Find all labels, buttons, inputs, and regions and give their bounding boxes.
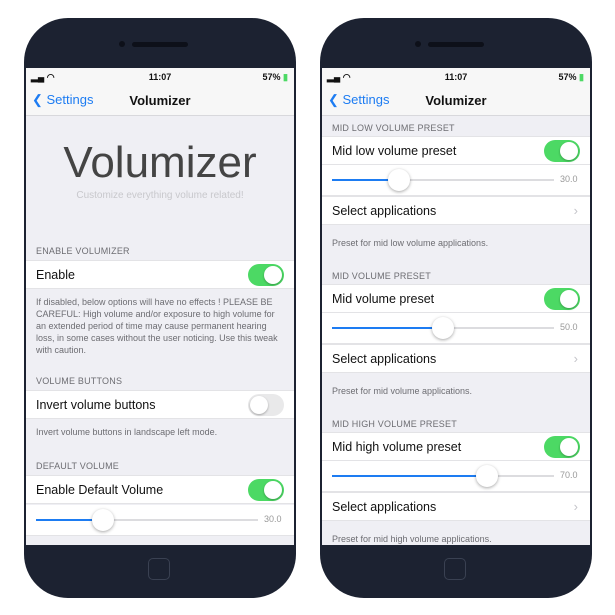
invert-row: Invert volume buttons [26,390,294,419]
slider-value: 50.0 [560,322,578,332]
preset-slider-row: 50.0 [322,313,590,344]
preset-row: Mid high volume preset [322,432,590,461]
section-header: VOLUME BUTTONS [36,376,123,386]
preset-toggle[interactable] [544,288,580,310]
section-footer: Preset for mid volume applications. [332,386,473,396]
preset-toggle[interactable] [544,436,580,458]
preset-row: Mid low volume preset [322,136,590,165]
section-footer: Invert volume buttons in landscape left … [36,427,218,437]
slider-value: 30.0 [264,514,282,524]
speaker [132,42,188,47]
status-bar: ▂▄ ◠ 11:07 57% ▮ [322,68,590,86]
preset-slider[interactable] [332,169,554,191]
battery: 57% ▮ [262,72,288,82]
preset-slider-row: 70.0 [322,461,590,492]
enable-row: Enable [26,260,294,289]
slider-value: 30.0 [560,174,578,184]
status-bar: ▂▄ ◠ 11:07 57% ▮ [26,68,294,86]
slider-thumb[interactable] [91,509,114,531]
nav-title: Volumizer [129,93,191,108]
phone-left: ▂▄ ◠ 11:07 57% ▮ ❮ Settings Volumizer Vo… [24,18,296,598]
battery: 57% ▮ [558,72,584,82]
chevron-right-icon: › [573,203,578,218]
section-header: MID VOLUME PRESET [332,271,431,281]
app-subtitle: Customize everything volume related! [76,190,244,201]
chevron-right-icon: › [573,351,578,366]
camera [119,41,125,47]
select-applications-row[interactable]: Select applications › [322,492,590,521]
invert-toggle[interactable] [248,394,284,416]
time: 11:07 [444,72,468,82]
preset-toggle[interactable] [544,140,580,162]
section-footer: Preset for mid low volume applications. [332,238,489,248]
slider-thumb[interactable] [387,169,410,191]
home-button[interactable] [148,558,170,580]
speaker [428,42,484,47]
section-header: ENABLE VOLUMIZER [36,246,130,256]
battery-icon: ▮ [283,72,288,82]
time: 11:07 [148,72,172,82]
default-volume-slider-row: 30.0 [26,505,294,536]
screen: ▂▄ ◠ 11:07 57% ▮ ❮ Settings Volumizer Vo… [26,68,294,545]
nav-bar: ❮ Settings Volumizer [26,86,294,116]
section-header: MID LOW VOLUME PRESET [332,123,455,133]
app-title: Volumizer [63,138,257,187]
slider-thumb[interactable] [476,465,499,487]
home-button[interactable] [444,558,466,580]
default-volume-slider[interactable] [36,509,258,531]
section-header: DEFAULT VOLUME [36,461,119,471]
preset-slider-row: 30.0 [322,165,590,196]
default-volume-toggle[interactable] [248,479,284,501]
nav-bar: ❮ Settings Volumizer [322,86,590,116]
section-footer: Preset for mid high volume applications. [332,534,492,544]
slider-value: 70.0 [560,470,578,480]
preset-row: Mid volume preset [322,284,590,313]
slider-thumb[interactable] [432,317,454,339]
camera [415,41,421,47]
preset-slider[interactable] [332,317,554,339]
select-applications-row[interactable]: Select applications › [322,344,590,373]
preset-slider[interactable] [332,465,554,487]
section-header: MID HIGH VOLUME PRESET [332,419,457,429]
default-volume-row: Enable Default Volume [26,475,294,504]
screen: ▂▄ ◠ 11:07 57% ▮ ❮ Settings Volumizer MI… [322,68,590,545]
phone-right: ▂▄ ◠ 11:07 57% ▮ ❮ Settings Volumizer MI… [320,18,592,598]
chevron-right-icon: › [573,499,578,514]
enable-toggle[interactable] [248,264,284,286]
section-footer: If disabled, below options will have no … [36,297,278,355]
battery-icon: ▮ [579,72,584,82]
nav-title: Volumizer [425,93,487,108]
select-applications-row[interactable]: Select applications › [322,196,590,225]
